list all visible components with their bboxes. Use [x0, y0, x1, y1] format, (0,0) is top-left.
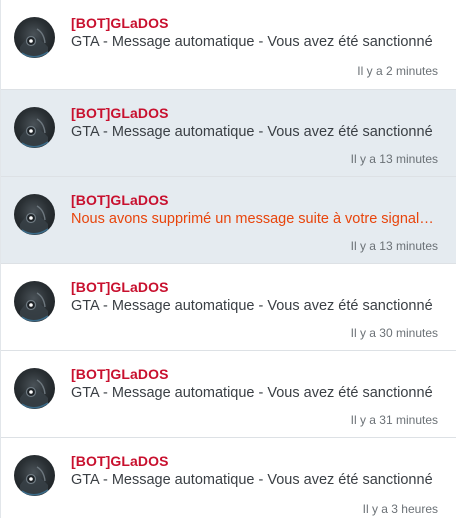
notification-message: GTA - Message automatique - Vous avez ét… — [71, 472, 433, 488]
notification-sender: [BOT]GLaDOS — [71, 366, 169, 382]
notification-list: [BOT]GLaDOS GTA - Message automatique - … — [0, 0, 456, 518]
notification-time: Il y a 13 minutes — [350, 152, 438, 166]
notification-item[interactable]: [BOT]GLaDOS GTA - Message automatique - … — [1, 0, 456, 90]
notification-message: GTA - Message automatique - Vous avez ét… — [71, 385, 433, 401]
notification-sender: [BOT]GLaDOS — [71, 105, 169, 121]
notification-sender: [BOT]GLaDOS — [71, 192, 169, 208]
notification-message: GTA - Message automatique - Vous avez ét… — [71, 298, 433, 314]
notification-item[interactable]: [BOT]GLaDOS GTA - Message automatique - … — [1, 264, 456, 351]
notification-sender: [BOT]GLaDOS — [71, 15, 169, 31]
notification-time: Il y a 3 heures — [362, 502, 438, 516]
glados-avatar-icon — [14, 281, 55, 322]
glados-avatar-icon — [14, 455, 55, 496]
glados-avatar-icon — [14, 17, 55, 58]
notification-message: Nous avons supprimé un message suite à v… — [71, 211, 439, 227]
notification-time: Il y a 13 minutes — [350, 239, 438, 253]
notification-item[interactable]: [BOT]GLaDOS Nous avons supprimé un messa… — [1, 177, 456, 264]
notification-message: GTA - Message automatique - Vous avez ét… — [71, 34, 433, 50]
glados-avatar-icon — [14, 107, 55, 148]
notification-sender: [BOT]GLaDOS — [71, 279, 169, 295]
notification-message: GTA - Message automatique - Vous avez ét… — [71, 124, 433, 140]
notification-time: Il y a 2 minutes — [357, 64, 438, 78]
glados-avatar-icon — [14, 368, 55, 409]
notification-item[interactable]: [BOT]GLaDOS GTA - Message automatique - … — [1, 438, 456, 518]
notification-time: Il y a 30 minutes — [350, 326, 438, 340]
notification-sender: [BOT]GLaDOS — [71, 453, 169, 469]
notification-time: Il y a 31 minutes — [350, 413, 438, 427]
notification-item[interactable]: [BOT]GLaDOS GTA - Message automatique - … — [1, 90, 456, 177]
notification-item[interactable]: [BOT]GLaDOS GTA - Message automatique - … — [1, 351, 456, 438]
glados-avatar-icon — [14, 194, 55, 235]
